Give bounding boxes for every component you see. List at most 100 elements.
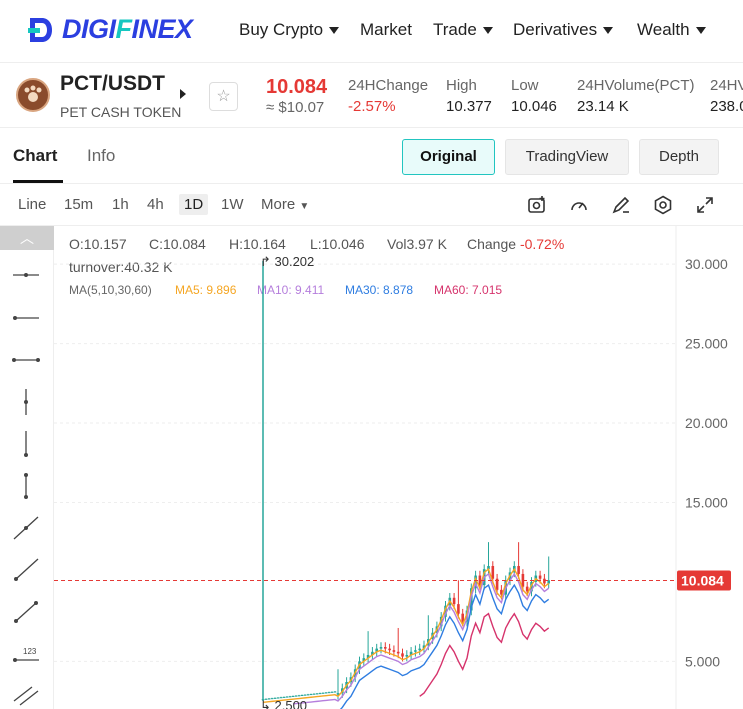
candle-body [452,597,456,605]
nav-derivatives[interactable]: Derivatives [513,20,614,40]
last-price-label: 10.084 [681,573,724,589]
candle-body [461,613,464,622]
stat-label: High [446,77,477,94]
y-tick-label: 25.000 [685,336,728,352]
nav-label: Derivatives [513,20,598,39]
candle-body [543,578,546,584]
candle-body [312,693,316,695]
pair-name: PCT/USDT [60,72,165,95]
nav-market[interactable]: Market [360,20,412,40]
candle-body [297,695,301,697]
ma10-line [292,572,550,705]
candle-body [491,566,495,579]
vertical-ray-icon[interactable] [10,387,42,417]
logo-mark-icon [28,17,52,42]
indicator-icon[interactable] [569,195,589,215]
candle-body [330,691,334,693]
coin-logo-icon [16,78,50,112]
settings-icon[interactable] [653,195,673,215]
candle-body [321,692,325,694]
trend-line-icon[interactable] [10,555,42,585]
candle-body [294,695,298,697]
svg-text:123: 123 [23,647,37,656]
candle-body [379,647,383,649]
candle-body [300,695,304,697]
ma30-line [339,583,550,709]
stat-label: Low [511,77,539,94]
chart-toolbar: Line 15m 1h 4h 1D 1W More ▼ [0,184,743,226]
price-usd: ≈ $10.07 [266,99,325,116]
candle-body [457,604,460,614]
digifinex-logo[interactable]: DIGIFINEX [26,14,193,45]
timeframe-more[interactable]: More ▼ [261,196,309,213]
candle-body [396,651,400,654]
stat-label: 24HVolume(PCT) [577,77,695,94]
timeframe-1w[interactable]: 1W [221,196,244,213]
last-price: 10.084 [266,76,328,98]
candle-body [418,648,421,651]
max-price-label: ↱ 30.202 [260,254,314,269]
vertical-segment-icon[interactable] [10,471,42,501]
candlestick-chart[interactable]: O:10.157 C:10.084 H:10.164 L:10.046 Vol3… [54,226,743,709]
timeframe-4h[interactable]: 4h [147,196,164,213]
token-name: PET CASH TOKEN [60,104,182,120]
candle-body [388,648,391,651]
depth-button[interactable]: Depth [639,139,719,175]
nav-trade[interactable]: Trade [433,20,493,40]
candle-body [306,694,310,696]
price-line-icon[interactable]: 123 [10,639,42,669]
timeframe-15m[interactable]: 15m [64,196,93,213]
price-plot: 30.000 25.000 20.000 15.000 5.000 10.084 ↱ 30.… [54,226,731,709]
vertical-line-icon[interactable] [10,429,42,459]
timeframe-1d[interactable]: 1D [179,194,209,215]
fullscreen-icon[interactable] [695,195,715,215]
caret-down-icon [329,26,340,34]
timeframe-1h[interactable]: 1h [112,196,129,213]
brand-name: DIGIFINEX [62,14,193,44]
horizontal-segment-icon[interactable] [10,345,42,375]
stat-label: 24HChange [348,77,429,94]
tradingview-button[interactable]: TradingView [505,139,629,175]
horizontal-ray-icon[interactable] [10,260,42,290]
tab-info[interactable]: Info [87,146,115,166]
trend-ray-icon[interactable] [10,513,42,543]
nav-wealth[interactable]: Wealth [637,20,706,40]
active-tab-indicator [13,180,63,183]
screenshot-icon[interactable] [527,195,547,215]
draw-pencil-icon[interactable] [611,195,631,215]
candle-body [309,694,313,696]
stat-value: 238.0 [710,98,743,115]
trend-segment-icon[interactable] [10,597,42,627]
collapse-chevron-icon[interactable]: ︿ [0,226,54,250]
nav-buy-crypto[interactable]: Buy Crypto [239,20,340,40]
drawing-tools-sidebar: ︿ 123 [0,226,54,709]
nav-label: Trade [433,20,477,39]
candle-body [384,647,387,649]
candle-body [517,566,520,574]
candle-body [324,692,328,694]
pair-selector[interactable]: PCT/USDT [60,72,165,96]
parallel-channel-icon[interactable] [10,679,42,709]
stat-value: 10.377 [446,98,492,115]
nav-label: Market [360,20,412,39]
candle-body [525,586,529,592]
candle-body [538,575,542,579]
original-view-button[interactable]: Original [402,139,495,175]
tab-chart[interactable]: Chart [13,146,57,166]
candle-body [414,650,417,652]
candle-body [405,654,409,657]
candle-body [333,691,337,693]
timeframe-line[interactable]: Line [18,196,46,213]
candle-body [315,693,319,695]
stat-value: -2.57% [348,98,396,115]
nav-label: Wealth [637,20,690,39]
chart-tabs: Chart Info Original TradingView Depth [0,128,743,184]
caret-right-icon[interactable] [179,88,187,100]
min-price-label: ↳ 2.500 [260,698,307,709]
horizontal-line-icon[interactable] [10,303,42,333]
favorite-star-icon[interactable]: ☆ [209,82,238,111]
caret-down-icon [603,26,614,34]
stat-value: 10.046 [511,98,557,115]
nav-label: Buy Crypto [239,20,324,39]
candle-body [291,695,295,697]
